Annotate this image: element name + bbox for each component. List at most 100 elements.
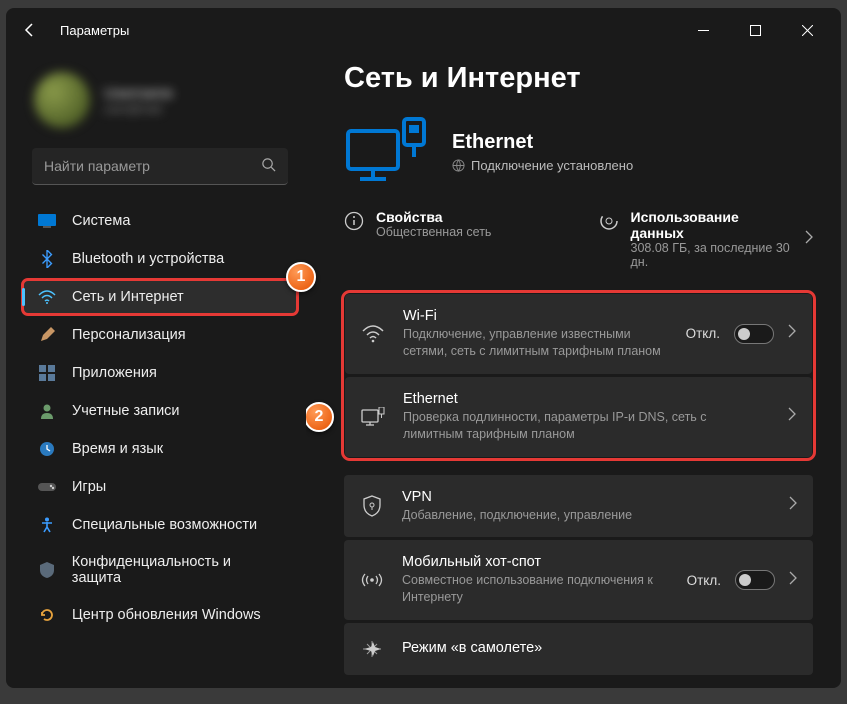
settings-window: Параметры Username user@mail <box>6 8 841 688</box>
maximize-button[interactable] <box>733 15 777 45</box>
sidebar-item-personalize[interactable]: Персонализация <box>22 317 298 353</box>
apps-icon <box>38 364 56 382</box>
card-end: Откл. <box>687 570 797 590</box>
props-title: Свойства <box>376 209 491 225</box>
toggle-label: Откл. <box>687 573 721 588</box>
ethernet-large-icon <box>344 117 430 187</box>
sidebar-item-bluetooth[interactable]: Bluetooth и устройства <box>22 241 298 277</box>
network-icon <box>38 288 56 306</box>
sidebar-item-time[interactable]: Время и язык <box>22 431 298 467</box>
sidebar-item-network[interactable]: Сеть и Интернет <box>22 279 298 315</box>
card-sub: Совместное использование подключения к И… <box>402 572 669 606</box>
nav-label: Учетные записи <box>72 403 180 419</box>
connection-name: Ethernet <box>452 131 633 154</box>
card-hotspot[interactable]: Мобильный хот-спот Совместное использова… <box>344 540 813 620</box>
page-title: Сеть и Интернет <box>344 62 813 95</box>
sidebar-item-update[interactable]: Центр обновления Windows <box>22 597 298 633</box>
card-text: Режим «в самолете» <box>402 640 797 658</box>
sidebar-item-privacy[interactable]: Конфиденциальность и защита <box>22 545 298 595</box>
card-title: Ethernet <box>403 391 770 407</box>
card-text: Wi-Fi Подключение, управление известными… <box>403 308 668 360</box>
time-icon <box>38 440 56 458</box>
properties-link[interactable]: Свойства Общественная сеть <box>344 209 559 269</box>
user-name: Username <box>104 85 173 102</box>
globe-icon <box>452 159 465 172</box>
nav-label: Специальные возможности <box>72 517 257 533</box>
usage-title: Использование данных <box>631 209 794 241</box>
personalize-icon <box>38 326 56 344</box>
card-sub: Подключение, управление известными сетям… <box>403 326 668 360</box>
search-input[interactable] <box>32 148 288 185</box>
network-status: Ethernet Подключение установлено <box>344 117 813 187</box>
toggle-label: Откл. <box>686 326 720 341</box>
close-button[interactable] <box>785 15 829 45</box>
sidebar-item-apps[interactable]: Приложения <box>22 355 298 391</box>
info-icon <box>344 211 364 231</box>
nav-label: Персонализация <box>72 327 186 343</box>
card-title: Wi-Fi <box>403 308 668 324</box>
network-status-text: Ethernet Подключение установлено <box>452 131 633 173</box>
card-airplane[interactable]: Режим «в самолете» <box>344 623 813 675</box>
search-wrap <box>32 148 288 185</box>
sidebar-item-system[interactable]: Система <box>22 203 298 239</box>
chevron-right-icon <box>788 407 796 426</box>
data-usage-link[interactable]: Использование данных 308.08 ГБ, за после… <box>599 209 814 269</box>
info-text: Использование данных 308.08 ГБ, за после… <box>631 209 794 269</box>
card-vpn[interactable]: VPN Добавление, подключение, управление <box>344 475 813 538</box>
chevron-right-icon <box>788 324 796 343</box>
arrow-left-icon <box>22 22 38 38</box>
nav-label: Игры <box>72 479 106 495</box>
sidebar-item-accessibility[interactable]: Специальные возможности <box>22 507 298 543</box>
window-title: Параметры <box>60 23 129 38</box>
chevron-right-icon <box>789 496 797 515</box>
minimize-button[interactable] <box>681 15 725 45</box>
card-text: Ethernet Проверка подлинности, параметры… <box>403 391 770 443</box>
user-block[interactable]: Username user@mail <box>14 64 306 148</box>
wifi-toggle[interactable] <box>734 324 774 344</box>
card-title: VPN <box>402 489 771 505</box>
back-button[interactable] <box>18 18 42 42</box>
card-text: VPN Добавление, подключение, управление <box>402 489 771 524</box>
accessibility-icon <box>38 516 56 534</box>
accounts-icon <box>38 402 56 420</box>
highlight-group: Wi-Fi Подключение, управление известными… <box>344 293 813 458</box>
card-end: Откл. <box>686 324 796 344</box>
hotspot-icon <box>360 568 384 592</box>
window-controls <box>681 15 829 45</box>
sidebar-item-games[interactable]: Игры <box>22 469 298 505</box>
vpn-icon <box>360 494 384 518</box>
card-title: Режим «в самолете» <box>402 640 797 656</box>
nav-label: Bluetooth и устройства <box>72 251 224 267</box>
step-badge-1: 1 <box>286 262 316 292</box>
chevron-right-icon <box>805 230 813 249</box>
card-wifi[interactable]: Wi-Fi Подключение, управление известными… <box>345 294 812 374</box>
hotspot-toggle[interactable] <box>735 570 775 590</box>
update-icon <box>38 606 56 624</box>
window-body: Username user@mail Система Bluetooth и у… <box>6 52 841 688</box>
card-ethernet-wrap: Ethernet Проверка подлинности, параметры… <box>345 377 812 457</box>
sidebar-item-network-wrap: Сеть и Интернет 1 <box>22 279 298 315</box>
connection-sub: Подключение установлено <box>452 158 633 173</box>
card-sub: Проверка подлинности, параметры IP-и DNS… <box>403 409 770 443</box>
sidebar-item-accounts[interactable]: Учетные записи <box>22 393 298 429</box>
nav: Система Bluetooth и устройства Сеть и Ин… <box>14 203 306 633</box>
usage-sub: 308.08 ГБ, за последние 30 дн. <box>631 241 794 269</box>
games-icon <box>38 478 56 496</box>
nav-label: Время и язык <box>72 441 163 457</box>
titlebar: Параметры <box>6 8 841 52</box>
card-end <box>789 496 797 515</box>
system-icon <box>38 212 56 230</box>
props-sub: Общественная сеть <box>376 225 491 239</box>
chevron-right-icon <box>789 571 797 590</box>
info-text: Свойства Общественная сеть <box>376 209 491 239</box>
sidebar: Username user@mail Система Bluetooth и у… <box>6 52 306 688</box>
user-email: user@mail <box>104 102 173 116</box>
card-title: Мобильный хот-спот <box>402 554 669 570</box>
main-content: Сеть и Интернет Ethernet Подключение уст… <box>306 52 841 688</box>
privacy-icon <box>38 561 56 579</box>
nav-label: Приложения <box>72 365 157 381</box>
maximize-icon <box>750 25 761 36</box>
nav-label: Конфиденциальность и защита <box>72 554 282 586</box>
card-ethernet[interactable]: Ethernet Проверка подлинности, параметры… <box>345 377 812 457</box>
nav-label: Центр обновления Windows <box>72 607 261 623</box>
